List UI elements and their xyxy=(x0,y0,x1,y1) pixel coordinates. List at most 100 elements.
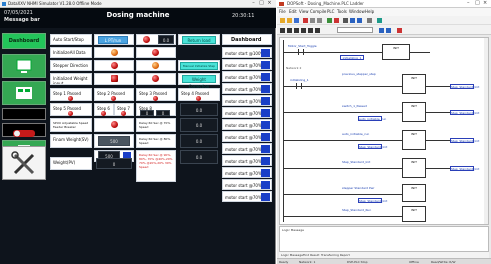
stepper-status-led xyxy=(152,62,159,69)
maximize-button[interactable]: □ xyxy=(258,1,265,7)
function-block[interactable]: INIT xyxy=(382,44,410,60)
stop-icon[interactable] xyxy=(334,18,339,23)
stepper-direction-button[interactable] xyxy=(111,62,118,69)
status-ready: Ready xyxy=(279,260,289,264)
contact-nc-icon[interactable] xyxy=(287,28,292,33)
dash-row-indicator xyxy=(261,109,270,117)
run-icon[interactable] xyxy=(327,18,332,23)
find-icon[interactable] xyxy=(367,18,372,23)
dashboard-nav-button[interactable]: Dashboard xyxy=(2,33,46,49)
menu-help[interactable]: Help xyxy=(365,9,374,14)
dash-row-indicator xyxy=(261,157,270,165)
output-panel-title: Logic Message xyxy=(282,228,304,232)
manual-initialize-button[interactable]: Manual Initialize Step xyxy=(180,62,218,70)
network-select[interactable] xyxy=(337,27,373,33)
status-plc: DVP-PLC Stop xyxy=(347,260,368,264)
delay-80-label: Delay 60 Sec @ 80% Speed xyxy=(136,134,176,148)
weight-correction-button[interactable]: Weight Correction xyxy=(182,75,216,89)
tab-logic-message[interactable]: Logic Message xyxy=(281,253,303,257)
auto-start-button[interactable]: L PT/run xyxy=(98,36,128,44)
function-block[interactable]: INIT xyxy=(402,206,426,222)
cut-icon[interactable] xyxy=(303,18,308,23)
download-icon[interactable] xyxy=(350,18,355,23)
rung-wire xyxy=(426,168,450,169)
zoom-in-icon[interactable] xyxy=(379,28,384,33)
step6-led xyxy=(101,111,106,116)
compile-icon[interactable] xyxy=(397,28,402,33)
menu-compile[interactable]: Compile xyxy=(310,9,326,14)
function-block-icon[interactable] xyxy=(301,28,306,33)
upload-icon[interactable] xyxy=(357,18,362,23)
function-block-name: INIT xyxy=(411,76,417,80)
menu-tools[interactable]: Tools xyxy=(337,9,347,14)
rung-wire xyxy=(283,168,403,169)
dash-row-label: motor start @70% xyxy=(225,87,262,92)
status-offline: Offline xyxy=(409,260,419,264)
final-value-display: 0.0 xyxy=(180,134,218,148)
page-title: Dosing machine xyxy=(106,11,170,19)
app-icon xyxy=(2,2,6,6)
nav-button-black[interactable] xyxy=(2,108,46,120)
menu-file[interactable]: File xyxy=(279,9,286,14)
coil-icon[interactable] xyxy=(294,28,299,33)
step-value-display: 0.0 xyxy=(180,103,218,116)
speed-feeder-label: SPUU Adjustable Speed Feeder Breaker xyxy=(50,118,92,132)
plc-maximize-button[interactable]: □ xyxy=(475,0,480,6)
output-panel: Logic Message xyxy=(279,226,489,252)
function-block[interactable]: INIT xyxy=(402,74,426,94)
status-rw: Read/Write: R/W xyxy=(431,260,456,264)
function-block[interactable]: INIT xyxy=(402,130,426,150)
rung-label: Step_Standard_Run xyxy=(342,208,372,212)
message-bar: Message bar xyxy=(4,17,40,23)
function-block[interactable]: INIT xyxy=(402,184,426,202)
nav-button-monitor[interactable] xyxy=(2,54,46,78)
menu-edit[interactable]: Edit xyxy=(289,9,297,14)
minimize-button[interactable]: – xyxy=(250,1,257,7)
row9-value-display: 0.0 xyxy=(180,150,218,164)
network-label: Network 2 xyxy=(286,66,302,70)
dash-row-indicator xyxy=(261,121,270,129)
paste-icon[interactable] xyxy=(317,18,322,23)
plc-titlebar: DOPSoft - Dosing_Machine.PLC Ladder – □ … xyxy=(277,0,491,8)
tab-find-result[interactable]: Find Result xyxy=(303,253,319,257)
copy-icon[interactable] xyxy=(310,18,315,23)
final-weight-input[interactable]: 500 xyxy=(98,136,130,146)
dash-row-indicator xyxy=(261,193,270,201)
hline-icon[interactable] xyxy=(308,28,313,33)
contact-no-icon[interactable] xyxy=(280,28,285,33)
nav-button-toggle[interactable] xyxy=(2,123,46,137)
vline-icon[interactable] xyxy=(315,28,320,33)
tab-transfer-report[interactable]: Transferring Report xyxy=(321,253,350,257)
nav-button-tools[interactable] xyxy=(2,146,46,180)
function-block[interactable]: INIT xyxy=(402,102,426,122)
function-block[interactable]: INIT xyxy=(402,158,426,178)
ladder-editor[interactable]: Motor_Start_Toggle INIT initializing_1 N… xyxy=(279,37,489,225)
initialized-weight-button[interactable] xyxy=(111,75,118,82)
open-folder-icon[interactable] xyxy=(287,18,292,23)
dash-row-label: motor start @70% xyxy=(225,75,262,80)
rung-label: auto_initialize_run xyxy=(342,132,370,136)
dash-row-indicator xyxy=(261,181,270,189)
menu-window[interactable]: Window xyxy=(349,9,365,14)
save-icon[interactable] xyxy=(294,18,299,23)
menu-view[interactable]: View xyxy=(299,9,309,14)
initialize-all-button[interactable] xyxy=(111,49,118,56)
online-icon[interactable] xyxy=(343,18,348,23)
plc-minimize-button[interactable]: – xyxy=(467,0,470,6)
auto-value-display: 0.0 xyxy=(158,35,174,44)
function-block-name: INIT xyxy=(411,208,417,212)
ladder-scrollbar[interactable] xyxy=(484,38,488,224)
plc-close-button[interactable]: × xyxy=(483,0,487,6)
close-button[interactable]: × xyxy=(266,1,273,7)
monitor-icon[interactable] xyxy=(377,18,382,23)
nav-button-settings[interactable] xyxy=(2,81,46,105)
new-file-icon[interactable] xyxy=(280,18,285,23)
dash-row-label: motor start @70% xyxy=(225,123,262,128)
return-load-button[interactable]: Return load xyxy=(182,36,216,44)
zoom-out-icon[interactable] xyxy=(386,28,391,33)
function-block-name: INIT xyxy=(393,46,399,50)
dash-row-13: motor start @70% xyxy=(222,191,272,202)
dash-row-label: motor start @70% xyxy=(225,135,262,140)
monitor-icon xyxy=(16,59,32,73)
menu-plc[interactable]: PLC xyxy=(327,9,334,14)
